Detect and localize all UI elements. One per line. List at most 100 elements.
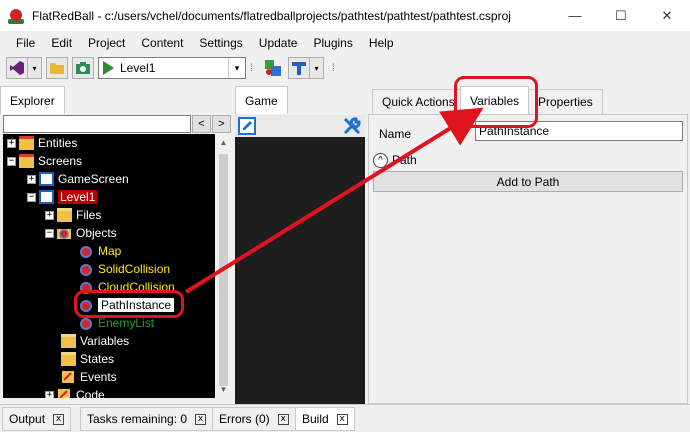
close-icon[interactable]: x <box>53 413 65 425</box>
folder-icon <box>19 136 34 150</box>
expand-icon[interactable]: + <box>7 138 16 148</box>
tree-item-label: GameScreen <box>58 172 129 186</box>
back-button[interactable]: < <box>192 115 211 133</box>
tree-item-label: Variables <box>80 334 130 348</box>
tree-item-level1[interactable]: − Level1 <box>27 188 98 206</box>
object-icon <box>79 316 94 330</box>
tree-item-label: EnemyList <box>98 316 155 330</box>
add-to-path-button[interactable]: Add to Path <box>373 171 683 192</box>
properties-panel: Quick Actions Variables Properties Name … <box>368 86 690 404</box>
menu-edit[interactable]: Edit <box>43 36 80 50</box>
tab-output[interactable]: Output x <box>2 407 72 431</box>
expand-icon[interactable]: + <box>45 390 54 398</box>
tab-build[interactable]: Build x <box>295 407 355 431</box>
chevron-down-icon[interactable]: ▾ <box>28 57 42 79</box>
close-icon[interactable]: x <box>336 413 348 425</box>
tree-item-label: States <box>80 352 115 366</box>
collapse-icon[interactable]: ^ <box>373 152 388 168</box>
object-icon <box>79 244 94 258</box>
visual-studio-button[interactable]: ▾ <box>6 57 42 79</box>
menu-content[interactable]: Content <box>133 36 191 50</box>
minimize-button[interactable]: — <box>552 0 598 31</box>
tree-item-label: Entities <box>38 136 78 150</box>
entity-button[interactable] <box>262 57 284 79</box>
explorer-scrollbar[interactable]: ▲ ▼ <box>215 134 232 398</box>
scroll-up-icon[interactable]: ▲ <box>215 134 232 151</box>
title-bar: FlatRedBall - c:/users/vchel/documents/f… <box>0 0 690 31</box>
scroll-down-icon[interactable]: ▼ <box>215 381 232 398</box>
close-button[interactable]: ✕ <box>644 0 690 31</box>
tree-item-variables[interactable]: Variables <box>61 332 129 350</box>
toolbar-grip[interactable]: ⁞ <box>250 63 258 74</box>
menu-project[interactable]: Project <box>80 36 133 50</box>
explorer-search-input[interactable] <box>3 115 191 133</box>
explorer-tree[interactable]: + Entities − Screens + GameScreen − Leve… <box>3 134 215 398</box>
tree-item-screens[interactable]: − Screens <box>7 152 82 170</box>
screen-selector-combo[interactable]: Level1 ▾ <box>98 57 246 79</box>
code-icon <box>57 388 72 398</box>
screen-selector-value: Level1 <box>120 61 156 75</box>
toolbar-grip[interactable]: ⁞ <box>332 63 340 74</box>
collapse-icon[interactable]: − <box>45 228 54 238</box>
objects-icon <box>57 226 72 240</box>
edit-icon[interactable] <box>238 117 256 135</box>
entity-icon <box>262 57 284 79</box>
open-folder-button[interactable] <box>46 57 68 79</box>
tree-item-events[interactable]: Events <box>61 368 117 386</box>
chevron-down-icon[interactable]: ▾ <box>310 57 324 79</box>
screen-icon <box>39 190 54 204</box>
scrollbar-thumb[interactable] <box>219 154 228 386</box>
tree-item-entities[interactable]: + Entities <box>7 134 77 152</box>
annotation-highlight-variables-tab <box>454 76 538 128</box>
tree-item-objects[interactable]: − Objects <box>45 224 117 242</box>
tab-label: Tasks remaining: 0 <box>87 412 188 426</box>
close-icon[interactable]: x <box>195 413 207 425</box>
menu-help[interactable]: Help <box>361 36 402 50</box>
collapse-icon[interactable]: − <box>7 156 16 166</box>
bottom-tab-bar: Output x Tasks remaining: 0 x Errors (0)… <box>0 404 690 432</box>
menu-update[interactable]: Update <box>251 36 306 50</box>
tab-game[interactable]: Game <box>235 86 288 114</box>
tab-label: Build <box>302 412 329 426</box>
wrench-icon[interactable] <box>342 116 362 136</box>
expand-icon[interactable]: + <box>45 210 54 220</box>
tool-button[interactable]: ▾ <box>288 57 324 79</box>
tab-quick-actions[interactable]: Quick Actions <box>372 89 465 114</box>
tab-properties[interactable]: Properties <box>528 89 603 114</box>
folder-icon <box>19 154 34 168</box>
name-label: Name <box>379 127 412 141</box>
tree-item-states[interactable]: States <box>61 350 114 368</box>
tab-label: Errors (0) <box>219 412 270 426</box>
forward-button[interactable]: > <box>212 115 231 133</box>
tree-item-map[interactable]: Map <box>79 242 121 260</box>
tree-item-label: Files <box>76 208 102 222</box>
events-icon <box>61 370 76 384</box>
path-section-label: Path <box>392 153 417 167</box>
tree-item-label: SolidCollision <box>98 262 171 276</box>
tree-item-solidcollision[interactable]: SolidCollision <box>79 260 170 278</box>
tree-item-files[interactable]: + Files <box>45 206 101 224</box>
menu-plugins[interactable]: Plugins <box>305 36 360 50</box>
game-panel: Game <box>235 86 365 404</box>
game-canvas[interactable] <box>235 137 365 404</box>
expand-icon[interactable]: + <box>27 174 36 184</box>
maximize-button[interactable]: ☐ <box>598 0 644 31</box>
screenshot-button[interactable] <box>72 57 94 79</box>
explorer-panel: Explorer < > + Entities − Screens + Game… <box>0 86 232 404</box>
collapse-icon[interactable]: − <box>27 192 36 202</box>
tree-item-gamescreen[interactable]: + GameScreen <box>27 170 129 188</box>
close-icon[interactable]: x <box>277 413 289 425</box>
variables-body: Name PathInstance ^ Path Add to Path <box>368 114 688 404</box>
chevron-down-icon[interactable]: ▾ <box>228 58 245 78</box>
folder-open-icon <box>46 57 68 79</box>
path-section-header[interactable]: ^ Path <box>373 149 685 171</box>
tab-explorer[interactable]: Explorer <box>0 86 65 114</box>
tree-item-code[interactable]: + Code <box>45 386 105 398</box>
flatredball-logo-icon <box>8 8 24 24</box>
toolbar: ▾ Level1 ▾ ⁞ ▾ ⁞ <box>0 54 690 82</box>
tab-tasks[interactable]: Tasks remaining: 0 x <box>80 407 214 431</box>
menu-settings[interactable]: Settings <box>191 36 250 50</box>
window-title: FlatRedBall - c:/users/vchel/documents/f… <box>32 8 511 23</box>
tab-errors[interactable]: Errors (0) x <box>212 407 296 431</box>
menu-file[interactable]: File <box>8 36 43 50</box>
